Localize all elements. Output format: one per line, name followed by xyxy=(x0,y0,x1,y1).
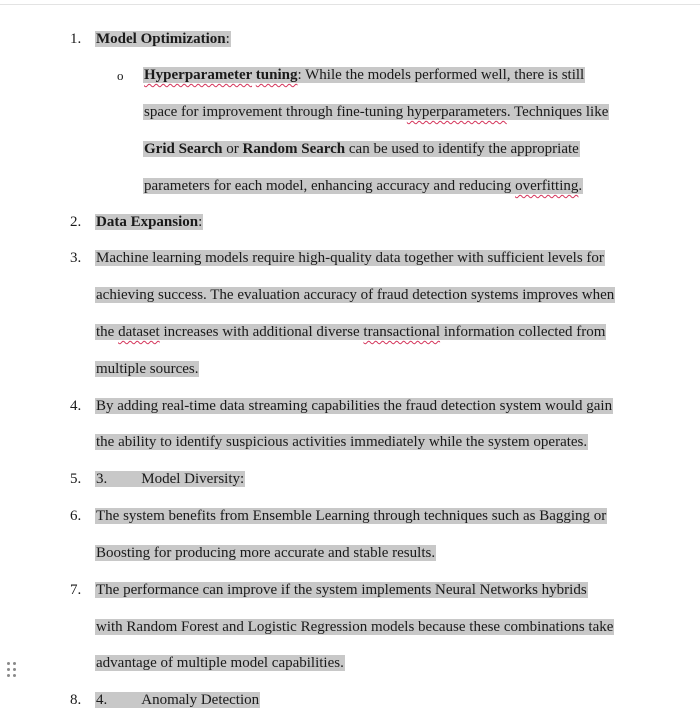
list-item-line[interactable]: multiple sources. xyxy=(95,351,200,388)
list-number: 8. xyxy=(70,692,82,708)
list-item-line[interactable]: Boosting for producing more accurate and… xyxy=(95,535,437,572)
list-item-line[interactable]: the ability to identify suspicious activ… xyxy=(95,424,589,461)
spellcheck-word[interactable]: transactional xyxy=(363,324,440,340)
list-number: 2. xyxy=(70,214,82,230)
list-item-line[interactable]: By adding real-time data streaming capab… xyxy=(95,388,614,425)
list-item-line[interactable]: advantage of multiple model capabilities… xyxy=(95,645,345,682)
list-number: 4. xyxy=(70,398,82,414)
heading-text: Data Expansion xyxy=(96,214,199,230)
list-item-line[interactable]: the dataset increases with additional di… xyxy=(95,314,607,351)
spellcheck-word[interactable]: tuning xyxy=(256,67,298,83)
page-top-border xyxy=(0,0,700,5)
list-number: 3. xyxy=(70,250,82,266)
sub-item-line[interactable]: Hyperparameter tuning: While the models … xyxy=(143,57,586,94)
list-number: 1. xyxy=(70,31,82,47)
spellcheck-word[interactable]: Hyperparameter xyxy=(144,67,252,83)
list-number: 5. xyxy=(70,471,82,487)
sub-bullet: o xyxy=(117,68,124,83)
spellcheck-word[interactable]: hyperparameters xyxy=(407,104,507,120)
list-item-model-diversity[interactable]: 3. Model Diversity: xyxy=(95,461,246,498)
sub-item-line[interactable]: Grid Search or Random Search can be used… xyxy=(143,131,580,168)
drag-handle-icon[interactable] xyxy=(7,662,17,678)
spellcheck-word[interactable]: dataset xyxy=(118,324,160,340)
list-item-data-expansion[interactable]: Data Expansion: xyxy=(95,204,204,241)
list-item-line[interactable]: The system benefits from Ensemble Learni… xyxy=(95,498,608,535)
sub-item-line[interactable]: parameters for each model, enhancing acc… xyxy=(143,168,584,205)
heading-text: Model Optimization xyxy=(96,31,226,47)
list-item-line[interactable]: Machine learning models require high-qua… xyxy=(95,240,605,277)
list-item-line[interactable]: with Random Forest and Logistic Regressi… xyxy=(95,609,615,646)
list-item-anomaly-detection[interactable]: 4. Anomaly Detection xyxy=(95,682,261,719)
list-item-line[interactable]: achieving success. The evaluation accura… xyxy=(95,277,616,314)
sub-item-line[interactable]: space for improvement through fine-tunin… xyxy=(143,94,610,131)
list-number: 6. xyxy=(70,508,82,524)
spellcheck-word[interactable]: overfitting xyxy=(515,178,578,194)
list-item-line[interactable]: The performance can improve if the syste… xyxy=(95,572,588,609)
list-number: 7. xyxy=(70,582,82,598)
list-item-model-optimization[interactable]: Model Optimization: xyxy=(95,21,231,58)
